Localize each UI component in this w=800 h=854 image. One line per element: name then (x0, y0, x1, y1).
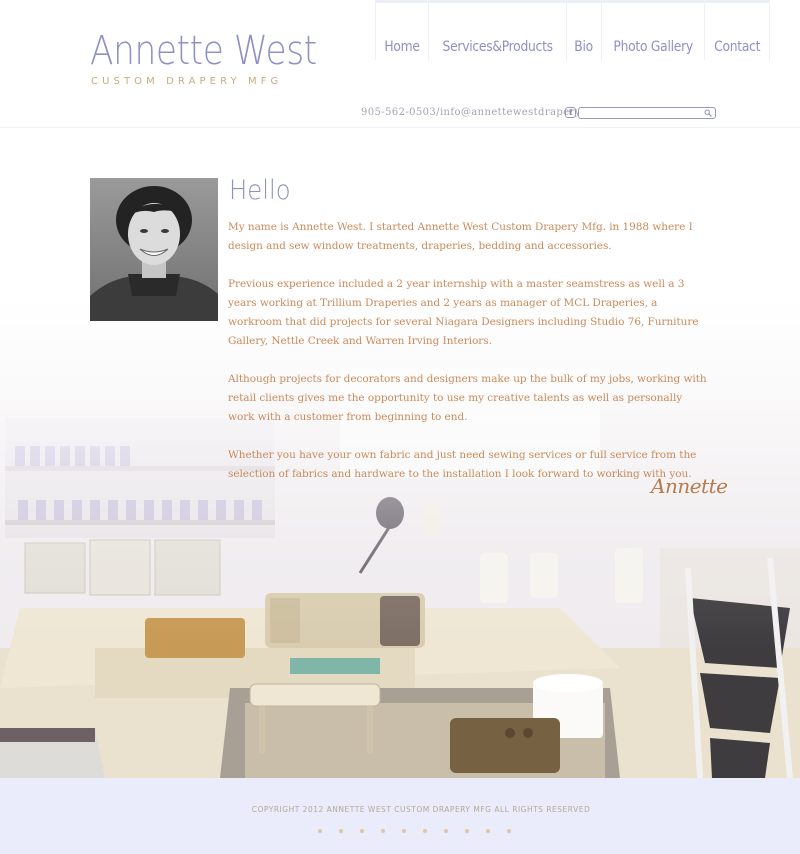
copyright-text: COPYRIGHT 2012 ANNETTE WEST CUSTOM DRAPE… (251, 805, 591, 814)
page-heading: Hello (229, 175, 291, 206)
site-header: Annette West CUSTOM DRAPERY MFG Home Ser… (0, 0, 800, 128)
nav-bio[interactable]: Bio (566, 3, 600, 60)
footer-dot (318, 829, 322, 833)
annette-portrait-photo (90, 178, 218, 321)
footer-dot (423, 829, 427, 833)
nav-services-label: Services&Products (442, 39, 554, 55)
logo-tagline: CUSTOM DRAPERY MFG (91, 76, 283, 87)
contact-info[interactable]: 905-562-0503/info@annettewestdrapery.ca (361, 107, 595, 118)
nav-services-products[interactable]: Services&Products (428, 3, 566, 60)
bio-paragraph: Although projects for decorators and des… (228, 373, 707, 423)
nav-bio-label: Bio (574, 39, 594, 55)
footer-dot (507, 829, 511, 833)
search-field[interactable] (578, 107, 716, 126)
footer-dot (339, 829, 343, 833)
footer-dot (465, 829, 469, 833)
bio-paragraph: Whether you have your own fabric and jus… (228, 449, 697, 480)
search-input[interactable] (579, 115, 699, 126)
portrait-illustration (90, 178, 218, 321)
main-nav: Home Services&Products Bio Photo Gallery… (375, 0, 771, 60)
footer-dot (486, 829, 490, 833)
footer-dot (402, 829, 406, 833)
logo-title[interactable]: Annette West (90, 28, 317, 74)
nav-home[interactable]: Home (375, 3, 428, 60)
footer-dot (444, 829, 448, 833)
site-footer: COPYRIGHT 2012 ANNETTE WEST CUSTOM DRAPE… (0, 778, 800, 854)
nav-home-label: Home (384, 39, 420, 55)
nav-photo-gallery[interactable]: Photo Gallery (600, 3, 704, 60)
footer-dots (318, 829, 511, 833)
nav-contact-label: Contact (714, 39, 761, 55)
signature: Annette (651, 474, 728, 498)
footer-dot (381, 829, 385, 833)
bio-paragraph: Previous experience included a 2 year in… (228, 278, 699, 347)
search-icon[interactable] (704, 109, 712, 117)
facebook-icon[interactable]: f (565, 107, 576, 118)
footer-dot (360, 829, 364, 833)
nav-gallery-label: Photo Gallery (613, 39, 693, 55)
nav-contact[interactable]: Contact (704, 3, 771, 60)
bio-paragraph: My name is Annette West. I started Annet… (228, 221, 693, 252)
bio-text: My name is Annette West. I started Annet… (228, 218, 708, 503)
